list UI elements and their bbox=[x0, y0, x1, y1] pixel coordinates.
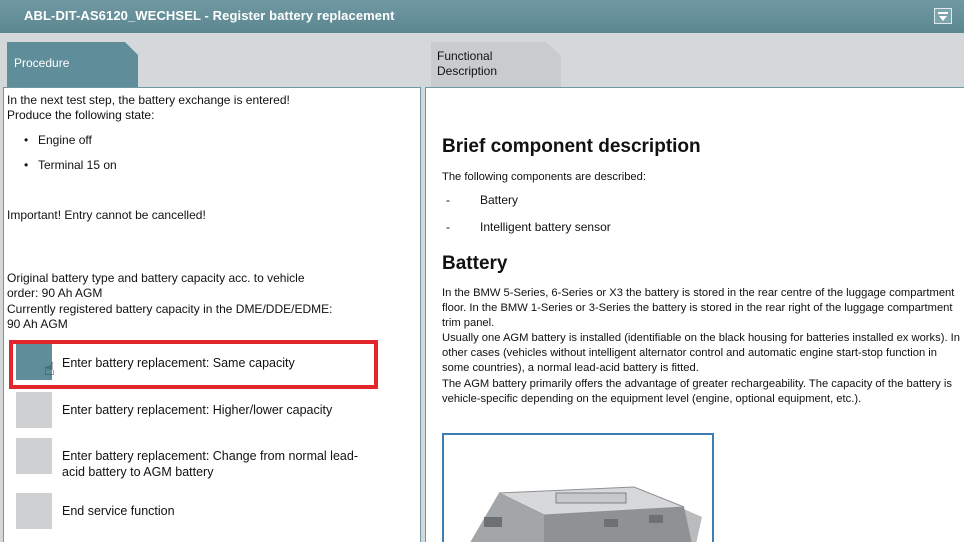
tab-functional-description-label: Functional Description bbox=[437, 49, 498, 78]
state-label: Terminal 15 on bbox=[38, 158, 117, 172]
current-battery-line-2: 90 Ah AGM bbox=[7, 317, 68, 331]
battery-image bbox=[442, 433, 714, 542]
battery-illustration bbox=[470, 486, 702, 542]
battery-paragraph-1: In the BMW 5-Series, 6-Series or X3 the … bbox=[442, 287, 955, 329]
description-intro: The following components are described: bbox=[442, 171, 646, 183]
state-label: Engine off bbox=[38, 133, 92, 147]
battery-paragraph-2: Usually one AGM battery is installed (id… bbox=[442, 332, 960, 374]
tab-procedure[interactable]: Procedure bbox=[7, 42, 138, 88]
procedure-intro-2: Produce the following state: bbox=[7, 108, 155, 122]
current-battery-line-1: Currently registered battery capacity in… bbox=[7, 302, 333, 316]
list-item: Engine off bbox=[24, 133, 92, 148]
important-warning: Important! Entry cannot be cancelled! bbox=[7, 208, 206, 222]
tab-functional-description[interactable]: Functional Description bbox=[431, 42, 561, 88]
list-item: - Battery bbox=[446, 193, 519, 207]
component-label: Intelligent battery sensor bbox=[480, 220, 611, 234]
list-item: - Intelligent battery sensor bbox=[446, 220, 611, 234]
tab-procedure-label: Procedure bbox=[14, 56, 70, 70]
minimize-icon[interactable] bbox=[934, 8, 952, 24]
selection-highlight bbox=[9, 340, 378, 389]
option-label: Enter battery replacement: Change from n… bbox=[62, 449, 358, 479]
battery-paragraph-3: The AGM battery primarily offers the adv… bbox=[442, 378, 952, 405]
component-label: Battery bbox=[480, 193, 519, 207]
option-label: End service function bbox=[62, 504, 175, 518]
original-battery-line-1: Original battery type and battery capaci… bbox=[7, 271, 305, 285]
battery-heading: Battery bbox=[442, 253, 508, 274]
hand-cursor-icon: ☝ bbox=[44, 359, 55, 379]
title-bar: ABL-DIT-AS6120_WECHSEL - Register batter… bbox=[0, 0, 964, 33]
window-title: ABL-DIT-AS6120_WECHSEL - Register batter… bbox=[24, 8, 395, 23]
option-button[interactable] bbox=[16, 438, 52, 474]
option-label: Enter battery replacement: Higher/lower … bbox=[62, 403, 333, 417]
list-item: Terminal 15 on bbox=[24, 158, 117, 173]
option-button[interactable] bbox=[16, 392, 52, 428]
procedure-intro-1: In the next test step, the battery excha… bbox=[7, 93, 290, 107]
description-heading: Brief component description bbox=[442, 136, 701, 157]
option-button[interactable] bbox=[16, 493, 52, 529]
original-battery-line-2: order: 90 Ah AGM bbox=[7, 286, 103, 300]
